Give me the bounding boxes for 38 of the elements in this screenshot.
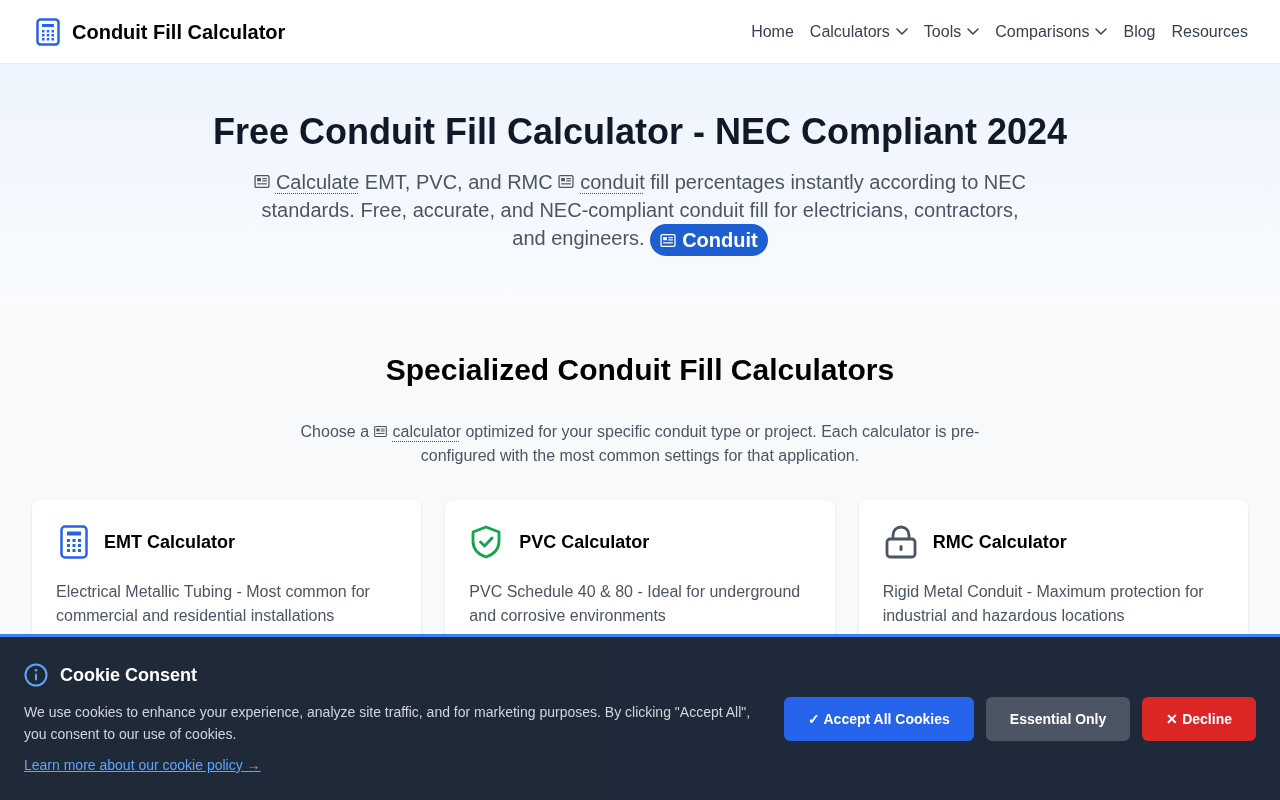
card-title: PVC Calculator	[519, 531, 650, 554]
card-description: PVC Schedule 40 & 80 - Ideal for underground and corrosive environments	[469, 582, 802, 626]
conduit-tag[interactable]: Conduit	[650, 224, 768, 256]
card-description: Electrical Metallic Tubing - Most common for commercial and residential installations	[56, 582, 371, 626]
newspaper-icon	[253, 175, 270, 188]
section-heading: Specialized Conduit Fill Calculators	[384, 352, 896, 388]
decline-button[interactable]: ✕ Decline	[1142, 696, 1256, 741]
cookie-policy-link[interactable]: Learn more about our cookie policy →	[24, 756, 261, 773]
calculator-icon	[36, 17, 60, 46]
nav-link[interactable]: Tools	[923, 19, 980, 44]
card-title: RMC Calculator	[932, 531, 1067, 554]
term-link[interactable]: calculator	[373, 423, 461, 440]
nav-link[interactable]: Comparisons	[995, 19, 1108, 44]
nav-link[interactable]: Calculators	[809, 19, 908, 44]
info-icon	[24, 662, 48, 687]
card-description: Rigid Metal Conduit - Maximum protection for industrial and hazardous locations	[882, 582, 1205, 626]
chevron-down-icon	[967, 28, 980, 35]
nav-link[interactable]: Home	[751, 19, 794, 44]
newspaper-icon	[660, 233, 677, 247]
section-intro: Choose a calculator optimized for your specific conduit type or project. Each calculator is pre-configured with the most common settings for that application.	[299, 422, 981, 466]
page-title: Free Conduit Fill Calculator - NEC Compliant 2024	[211, 112, 1069, 152]
term-link[interactable]: conduit	[558, 171, 645, 193]
calculator-icon	[60, 525, 88, 559]
essential-only-button[interactable]: Essential Only	[985, 696, 1131, 741]
site-title[interactable]: Conduit Fill Calculator	[72, 17, 286, 46]
card-title: EMT Calculator	[104, 531, 236, 554]
cookie-title: Cookie Consent	[60, 663, 197, 687]
newspaper-icon	[558, 175, 575, 188]
nav-link[interactable]: Resources	[1171, 19, 1248, 44]
newspaper-icon	[373, 426, 387, 437]
term-link[interactable]: Calculate	[253, 171, 360, 193]
hero-description: Calculate EMT, PVC, and RMC conduit fill percentages instantly according to NEC standards. Free, accurate, and NEC-compliant conduit fill for electricians, contractors, and engineers. Conduit	[245, 168, 1035, 256]
chevron-down-icon	[1095, 28, 1108, 35]
accept-cookies-button[interactable]: ✓ Accept All Cookies	[784, 696, 974, 741]
nav-link[interactable]: Blog	[1123, 19, 1156, 44]
padlock-icon	[884, 525, 917, 559]
cookie-message: We use cookies to enhance your experience, analyze site traffic, and for marketing purposes. By clicking "Accept All", you consent to our use of cookies.	[24, 702, 752, 744]
chevron-down-icon	[895, 28, 908, 35]
